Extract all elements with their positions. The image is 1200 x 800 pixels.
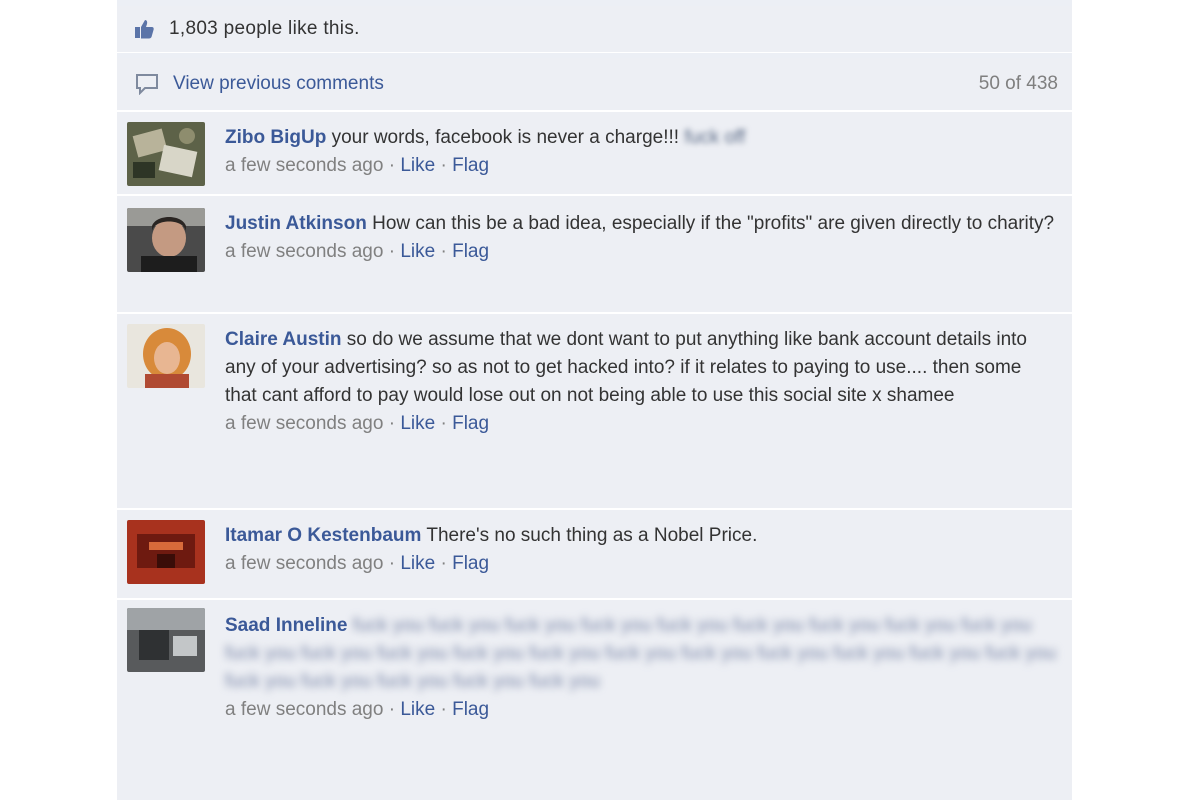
comment-item: Saad Inneline fuck you fuck you fuck you…	[117, 600, 1072, 800]
flag-link[interactable]: Flag	[452, 155, 489, 176]
view-previous-comments-link[interactable]: View previous comments	[173, 73, 384, 95]
separator: ·	[440, 699, 447, 720]
avatar[interactable]	[127, 520, 205, 584]
likes-count-text[interactable]: 1,803 people like this.	[169, 18, 360, 40]
comment-item: Claire Austin so do we assume that we do…	[117, 314, 1072, 510]
comment-count: 50 of 438	[978, 73, 1058, 94]
comment-item: Itamar O Kestenbaum There's no such thin…	[117, 510, 1072, 600]
flag-link[interactable]: Flag	[452, 241, 489, 262]
separator: ·	[440, 413, 447, 434]
comment-item: Zibo BigUp your words, facebook is never…	[117, 112, 1072, 196]
separator: ·	[440, 553, 447, 574]
comment-time: a few seconds ago	[225, 553, 384, 574]
view-previous-bar: View previous comments 50 of 438	[117, 58, 1072, 112]
flag-link[interactable]: Flag	[452, 699, 489, 720]
comment-author[interactable]: Justin Atkinson	[225, 213, 367, 234]
blurred-text: fuck off	[684, 127, 746, 148]
flag-link[interactable]: Flag	[452, 413, 489, 434]
avatar[interactable]	[127, 208, 205, 272]
comment-meta: a few seconds ago · Like · Flag	[225, 696, 1058, 724]
like-link[interactable]: Like	[400, 155, 435, 176]
comment-item: Justin Atkinson How can this be a bad id…	[117, 196, 1072, 314]
avatar[interactable]	[127, 324, 205, 388]
comment-meta: a few seconds ago · Like · Flag	[225, 410, 1058, 438]
avatar[interactable]	[127, 608, 205, 672]
thumbs-up-icon[interactable]	[133, 18, 155, 40]
comment-text: so do we assume that we dont want to put…	[225, 329, 1027, 406]
separator: ·	[440, 155, 447, 176]
separator: ·	[388, 553, 396, 574]
comment-author[interactable]: Itamar O Kestenbaum	[225, 525, 421, 546]
comment-meta: a few seconds ago · Like · Flag	[225, 152, 1058, 180]
comment-time: a few seconds ago	[225, 413, 384, 434]
separator: ·	[388, 413, 396, 434]
comment-author[interactable]: Zibo BigUp	[225, 127, 326, 148]
separator: ·	[388, 155, 396, 176]
like-link[interactable]: Like	[400, 553, 435, 574]
comment-time: a few seconds ago	[225, 155, 384, 176]
blurred-text: fuck you fuck you fuck you fuck you fuck…	[225, 615, 1057, 692]
like-link[interactable]: Like	[400, 413, 435, 434]
separator: ·	[388, 699, 396, 720]
comment-meta: a few seconds ago · Like · Flag	[225, 238, 1058, 266]
comment-author[interactable]: Saad Inneline	[225, 615, 347, 636]
comment-time: a few seconds ago	[225, 699, 384, 720]
like-link[interactable]: Like	[400, 241, 435, 262]
comment-meta: a few seconds ago · Like · Flag	[225, 550, 1058, 578]
comment-time: a few seconds ago	[225, 241, 384, 262]
comment-text: There's no such thing as a Nobel Price.	[426, 525, 758, 546]
avatar[interactable]	[127, 122, 205, 186]
likes-bar: 1,803 people like this.	[117, 6, 1072, 53]
comment-text: How can this be a bad idea, especially i…	[372, 213, 1055, 234]
comments-panel: 1,803 people like this. View previous co…	[117, 0, 1072, 800]
comment-text: your words, facebook is never a charge!!…	[331, 127, 680, 148]
separator: ·	[388, 241, 396, 262]
comment-bubble-icon	[136, 74, 158, 95]
separator: ·	[440, 241, 447, 262]
flag-link[interactable]: Flag	[452, 553, 489, 574]
comment-author[interactable]: Claire Austin	[225, 329, 342, 350]
like-link[interactable]: Like	[400, 699, 435, 720]
